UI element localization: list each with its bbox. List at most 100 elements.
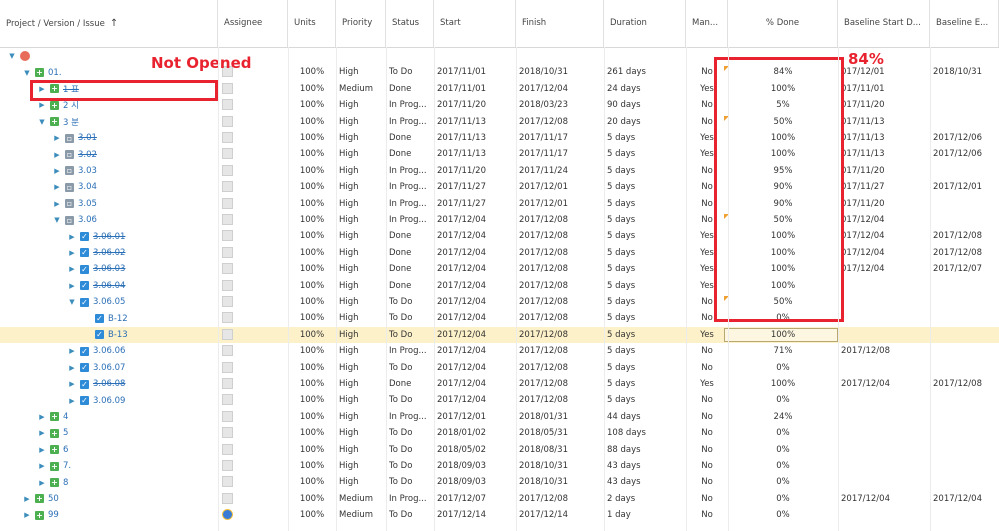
cell-done[interactable]: 0%: [728, 360, 838, 376]
table-row[interactable]: ▶ ▫ 3.01 100% High Done 2017/11/13 2017/11/17 5 …: [0, 130, 999, 146]
assignee-avatar[interactable]: [222, 460, 233, 471]
assignee-avatar[interactable]: [222, 427, 233, 439]
cell-done[interactable]: 0%: [728, 392, 838, 408]
issue-name-link[interactable]: 3.06.06: [93, 346, 125, 356]
table-row[interactable]: ▶ ✓ 3.06.04 100% High Done 2017/12/04 2017/12/0…: [0, 278, 999, 294]
issue-name-link[interactable]: 3.02: [78, 150, 97, 160]
assignee-avatar[interactable]: [222, 82, 233, 94]
expand-arrow-icon[interactable]: ▶: [68, 396, 76, 406]
table-row[interactable]: ▶ ✓ 3.06.09 100% High To Do 2017/12/04 2017/12/…: [0, 392, 999, 408]
expand-arrow-icon[interactable]: ▶: [53, 150, 61, 160]
column-header-status[interactable]: Status: [386, 0, 434, 47]
table-row[interactable]: ▼ +3 분 100% High In Prog... 2017/11/13 2017/12…: [0, 114, 999, 130]
expand-arrow-icon[interactable]: ▶: [53, 199, 61, 209]
expand-arrow-icon[interactable]: ▶: [68, 363, 76, 373]
table-row[interactable]: ▶ ✓ 3.06.06 100% High In Prog... 2017/12/04 201…: [0, 343, 999, 359]
issue-name-link[interactable]: 3.06.01: [93, 232, 125, 242]
table-row[interactable]: ▶ +99 100% Medium To Do 2017/12/14 2017/12/14 1…: [0, 507, 999, 523]
issue-name-link[interactable]: 2 시: [63, 99, 79, 111]
assignee-avatar[interactable]: [222, 410, 233, 422]
issue-name-link[interactable]: 99: [48, 510, 59, 520]
assignee-avatar[interactable]: [222, 443, 233, 455]
assignee-avatar[interactable]: [222, 476, 233, 488]
column-header-start[interactable]: Start: [434, 0, 516, 47]
assignee-avatar[interactable]: [222, 345, 233, 357]
cell-done[interactable]: 0%: [728, 491, 838, 507]
assignee-avatar[interactable]: [222, 279, 233, 291]
column-header-finish[interactable]: Finish: [516, 0, 604, 47]
expand-arrow-icon[interactable]: ▶: [68, 379, 76, 389]
assignee-avatar[interactable]: [222, 312, 233, 324]
collapse-arrow-icon[interactable]: ▼: [8, 51, 16, 61]
assignee-avatar[interactable]: [222, 148, 233, 160]
expand-arrow-icon[interactable]: ▶: [38, 445, 46, 455]
table-row[interactable]: ▶ ✓ 3.06.02 100% High Done 2017/12/04 2017/12/0…: [0, 245, 999, 261]
issue-name-link[interactable]: 3.06.07: [93, 363, 125, 373]
assignee-avatar[interactable]: [222, 164, 233, 176]
assignee-avatar[interactable]: [222, 328, 233, 340]
column-header-duration[interactable]: Duration: [604, 0, 686, 47]
issue-name-link[interactable]: B-12: [108, 314, 128, 324]
cell-done[interactable]: 0%: [728, 425, 838, 441]
issue-name-link[interactable]: 3.06.08: [93, 379, 125, 389]
issue-name-link[interactable]: 3.05: [78, 199, 97, 209]
collapse-arrow-icon[interactable]: ▼: [53, 215, 61, 225]
assignee-avatar[interactable]: [222, 132, 233, 143]
assignee-avatar[interactable]: [222, 246, 233, 258]
expand-arrow-icon[interactable]: ▶: [68, 264, 76, 274]
cell-done[interactable]: 0%: [728, 507, 838, 523]
collapse-arrow-icon[interactable]: ▼: [23, 68, 31, 78]
expand-arrow-icon[interactable]: ▶: [38, 478, 46, 488]
issue-name-link[interactable]: 3.06.03: [93, 264, 125, 274]
issue-name-link[interactable]: 01.: [48, 68, 62, 78]
table-row[interactable]: ▶ ▫ 3.05 100% High In Prog... 2017/11/27 2017/1…: [0, 196, 999, 212]
issue-name-link[interactable]: 3.03: [78, 166, 97, 176]
column-header-bstart[interactable]: Baseline Start D...: [838, 0, 930, 47]
expand-arrow-icon[interactable]: ▶: [38, 428, 46, 438]
expand-arrow-icon[interactable]: ▶: [53, 133, 61, 143]
table-row[interactable]: ▶ ▫ 3.02 100% High Done 2017/11/13 2017/11/17 5 …: [0, 146, 999, 162]
expand-arrow-icon[interactable]: ▶: [68, 281, 76, 291]
column-header-units[interactable]: Units: [288, 0, 336, 47]
table-row[interactable]: ▶ ▫ 3.03 100% High In Prog... 2017/11/20 2017/1…: [0, 163, 999, 179]
column-header-bend[interactable]: Baseline E...: [930, 0, 999, 47]
issue-name-link[interactable]: 6: [63, 445, 68, 455]
assignee-avatar[interactable]: [222, 296, 233, 307]
issue-name-link[interactable]: 5: [63, 428, 68, 438]
cell-done[interactable]: 0%: [728, 458, 838, 474]
table-row[interactable]: ▼ ✓ 3.06.05 100% High To Do 2017/12/04 2017/12/…: [0, 294, 999, 310]
table-row[interactable]: ▶ +50 100% Medium In Prog... 2017/12/07 2017/1…: [0, 491, 999, 507]
collapse-arrow-icon[interactable]: ▼: [68, 297, 76, 307]
column-header-assignee[interactable]: Assignee: [218, 0, 288, 47]
table-row[interactable]: ▶ +7. 100% High To Do 2018/09/03 2018/10/31 43 …: [0, 458, 999, 474]
expand-arrow-icon[interactable]: ▶: [68, 232, 76, 242]
column-header-priority[interactable]: Priority: [336, 0, 386, 47]
collapse-arrow-icon[interactable]: ▼: [38, 117, 46, 127]
issue-name-link[interactable]: 3.06.02: [93, 248, 125, 258]
issue-name-link[interactable]: 3.06.04: [93, 281, 125, 291]
issue-name-link[interactable]: B-13: [108, 330, 128, 340]
issue-name-link[interactable]: 3.01: [78, 133, 97, 143]
issue-name-link[interactable]: 8: [63, 478, 68, 488]
assignee-avatar[interactable]: [222, 263, 233, 275]
expand-arrow-icon[interactable]: ▶: [23, 510, 31, 520]
assignee-avatar[interactable]: [222, 394, 233, 406]
assignee-avatar[interactable]: [222, 181, 233, 193]
assignee-avatar[interactable]: [222, 509, 233, 521]
table-row[interactable]: ▶ +5 100% High To Do 2018/01/02 2018/05/31 108 …: [0, 425, 999, 441]
table-row[interactable]: ▼ ▫ 3.06 100% High In Prog... 2017/12/04 2017/1…: [0, 212, 999, 228]
table-row[interactable]: ✓ B-12 100% High To Do 2017/12/04 2017/12/08 5 …: [0, 310, 999, 326]
assignee-avatar[interactable]: [222, 378, 233, 389]
issue-name-link[interactable]: 3.06.05: [93, 297, 125, 307]
assignee-avatar[interactable]: [222, 99, 233, 111]
table-row[interactable]: ▶ ✓ 3.06.07 100% High To Do 2017/12/04 2017/12/…: [0, 360, 999, 376]
column-header-manual[interactable]: Man...: [686, 0, 728, 47]
cell-done[interactable]: 0%: [728, 474, 838, 490]
assignee-avatar[interactable]: [222, 214, 233, 225]
cell-done[interactable]: 71%: [728, 343, 838, 359]
column-header-name[interactable]: Project / Version / Issue ↑: [0, 0, 218, 47]
issue-name-link[interactable]: 50: [48, 494, 59, 504]
issue-name-link[interactable]: 3.06: [78, 215, 97, 225]
expand-arrow-icon[interactable]: ▶: [53, 166, 61, 176]
cell-done[interactable]: 0%: [728, 442, 838, 458]
